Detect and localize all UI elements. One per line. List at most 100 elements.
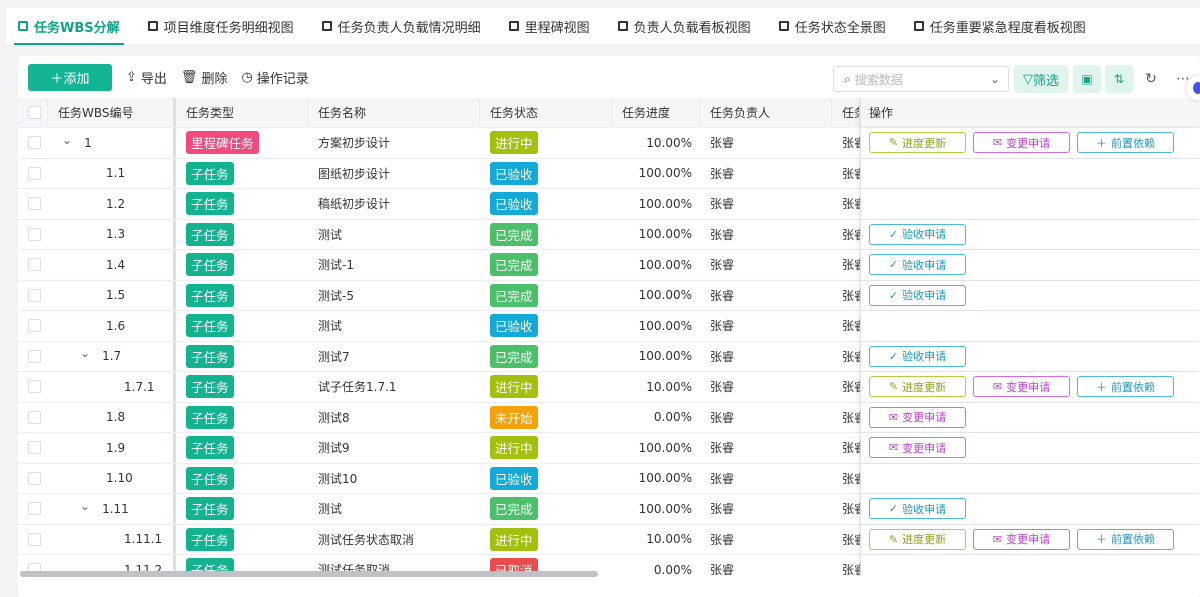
task-extra: 张睿 — [842, 532, 860, 547]
column-header[interactable]: 任务负责人 — [700, 98, 832, 127]
tab-label: 任务WBS分解 — [34, 20, 120, 36]
task-extra-cell: 张睿 — [832, 464, 860, 494]
delete-button[interactable]: 🗑 删除 — [181, 68, 228, 87]
column-header[interactable]: 任务类型 — [176, 98, 308, 127]
tab-1[interactable]: 项目维度任务明细视图 — [147, 8, 294, 44]
export-button[interactable]: ⇪ 导出 — [126, 68, 167, 87]
task-owner: 张睿 — [710, 197, 735, 212]
accept-button[interactable]: ✓ 验收申请 — [869, 345, 966, 367]
search-input[interactable]: ⌕ 搜索数据 ⌄ — [833, 66, 1009, 92]
task-status-cell: 已验收 — [480, 311, 612, 341]
task-type-tag: 子任务 — [186, 527, 234, 551]
change-button[interactable]: ✉ 变更申请 — [973, 132, 1070, 154]
row-checkbox[interactable] — [28, 136, 41, 150]
progress-button[interactable]: ✎ 进度更新 — [869, 528, 966, 550]
task-status-tag: 已完成 — [490, 283, 538, 307]
change-button[interactable]: ✉ 变更申请 — [973, 528, 1070, 550]
task-extra: 张睿 — [842, 136, 860, 151]
progress-label: 进度更新 — [902, 380, 947, 394]
row-checkbox[interactable] — [28, 532, 41, 546]
task-name: 测试-5 — [318, 288, 354, 303]
search-icon: ⌕ — [844, 71, 851, 86]
dep-button[interactable]: ＋ 前置依赖 — [1077, 376, 1174, 398]
sort-button[interactable]: ⇅ — [1105, 65, 1133, 93]
change-button[interactable]: ✉ 变更申请 — [973, 376, 1070, 398]
table-icon — [508, 21, 519, 31]
row-checkbox[interactable] — [28, 319, 41, 333]
column-header[interactable]: 任务名称 — [308, 98, 480, 127]
dep-button[interactable]: ＋ 前置依赖 — [1077, 132, 1174, 154]
accept-icon: ✓ — [888, 349, 899, 363]
column-header[interactable]: 任务进度 — [612, 98, 700, 127]
task-extra-cell: 张睿 — [832, 433, 860, 463]
progress-button[interactable]: ✎ 进度更新 — [869, 132, 966, 154]
row-checkbox[interactable] — [28, 166, 41, 180]
operations-cell: ✓ 验收申请 — [860, 341, 1200, 371]
task-name-cell: 测试-1 — [308, 250, 480, 280]
task-extra: 张睿 — [842, 197, 860, 212]
accept-button[interactable]: ✓ 验收申请 — [869, 498, 966, 520]
task-progress-cell: 100.00% — [612, 464, 700, 494]
dep-icon: ＋ — [1096, 533, 1107, 547]
row-select — [18, 311, 48, 341]
task-extra-cell: 张睿 — [832, 311, 860, 341]
tab-3[interactable]: 里程碑视图 — [508, 8, 590, 44]
tab-6[interactable]: 任务重要紧急程度看板视图 — [913, 8, 1086, 44]
column-header[interactable]: 任务状态 — [480, 98, 612, 127]
wbs-id-cell: 1.4 — [48, 250, 176, 280]
row-checkbox[interactable] — [28, 471, 41, 485]
operations-cell — [860, 158, 1200, 188]
wbs-id-cell: ⌄ 1.7 — [48, 341, 176, 371]
row-checkbox[interactable] — [28, 410, 41, 424]
tab-4[interactable]: 负责人负载看板视图 — [617, 8, 751, 44]
row-checkbox[interactable] — [28, 288, 41, 302]
row-select — [18, 159, 48, 189]
accept-button[interactable]: ✓ 验收申请 — [869, 284, 966, 306]
wbs-id: 1.11.1 — [124, 532, 163, 547]
row-checkbox[interactable] — [28, 441, 41, 455]
table-row: 1.6 子任务 测试 已验收 100.00% 张睿 张睿 — [18, 311, 1200, 342]
task-progress: 100.00% — [638, 501, 692, 516]
row-checkbox[interactable] — [28, 380, 41, 394]
column-header[interactable]: 任务 — [832, 98, 860, 127]
accept-button[interactable]: ✓ 验收申请 — [869, 223, 966, 245]
change-icon: ✉ — [992, 136, 1003, 150]
dep-button[interactable]: ＋ 前置依赖 — [1077, 528, 1174, 550]
upload-icon: ⇪ — [126, 69, 137, 85]
task-owner-cell: 张睿 — [700, 403, 832, 433]
task-type-tag: 子任务 — [186, 192, 234, 216]
task-owner-cell: 张睿 — [700, 189, 832, 219]
add-button[interactable]: ＋添加 — [28, 63, 112, 91]
tab-2[interactable]: 任务负责人负载情况明细 — [321, 8, 481, 44]
row-checkbox[interactable] — [28, 349, 41, 363]
task-status-tag: 进行中 — [490, 375, 538, 399]
operation-log-button[interactable]: ◷ 操作记录 — [241, 68, 308, 87]
task-type-cell: 子任务 — [176, 403, 308, 433]
task-progress: 10.00% — [646, 532, 692, 547]
row-checkbox[interactable] — [28, 258, 41, 272]
task-owner: 张睿 — [710, 166, 735, 181]
tab-0[interactable]: 任务WBS分解 — [14, 8, 124, 45]
filter-button[interactable]: ▽ 筛选 — [1014, 65, 1068, 93]
change-button[interactable]: ✉ 变更申请 — [869, 406, 966, 428]
tab-5[interactable]: 任务状态全景图 — [778, 8, 886, 44]
task-name-cell: 测试8 — [308, 403, 480, 433]
change-button[interactable]: ✉ 变更申请 — [869, 437, 966, 459]
task-status-cell: 已验收 — [480, 464, 612, 494]
expand-chevron-icon[interactable]: ⌄ — [62, 133, 72, 147]
refresh-button[interactable]: ↻ — [1137, 65, 1165, 93]
progress-button[interactable]: ✎ 进度更新 — [869, 376, 966, 398]
expand-chevron-icon[interactable]: ⌄ — [80, 346, 90, 360]
column-header[interactable]: 任务WBS编号 — [48, 98, 176, 127]
row-checkbox[interactable] — [28, 227, 41, 241]
task-status-cell: 已完成 — [480, 494, 612, 524]
horizontal-scrollbar[interactable] — [20, 571, 598, 577]
table-row: 1.5 子任务 测试-5 已完成 100.00% 张睿 张睿 ✓验收申请 — [18, 280, 1200, 311]
view-settings-button[interactable]: ▣ — [1073, 65, 1101, 93]
task-type-tag: 子任务 — [186, 405, 234, 429]
row-checkbox[interactable] — [28, 197, 41, 211]
accept-button[interactable]: ✓ 验收申请 — [869, 254, 966, 276]
select-all-checkbox[interactable] — [28, 106, 41, 119]
expand-chevron-icon[interactable]: ⌄ — [80, 499, 90, 513]
row-checkbox[interactable] — [28, 502, 41, 516]
